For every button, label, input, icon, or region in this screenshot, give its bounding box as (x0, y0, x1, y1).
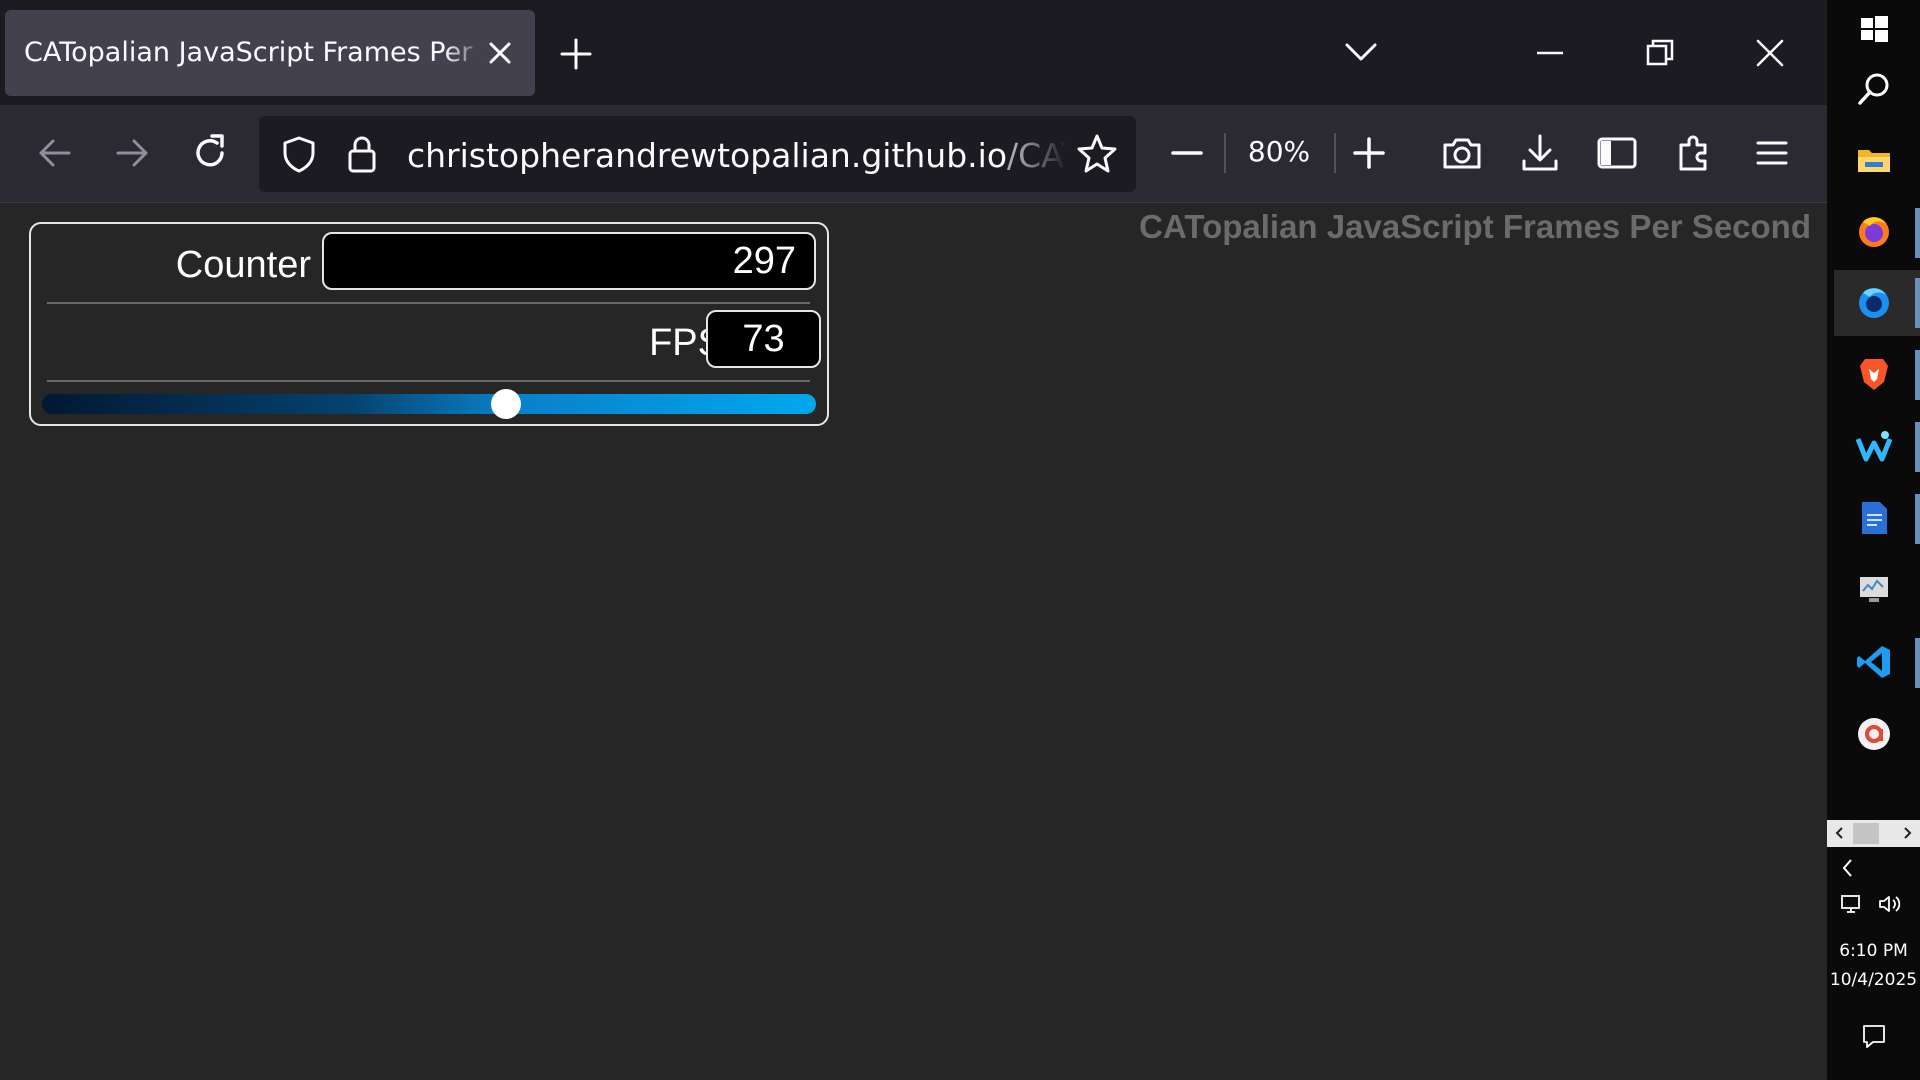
system-monitor-icon[interactable] (1855, 571, 1893, 609)
scroll-left-icon[interactable] (1833, 826, 1847, 840)
fps-panel: Counter 297 FPS 73 (29, 222, 829, 426)
reload-icon[interactable] (188, 131, 232, 175)
counter-label: Counter (175, 244, 311, 286)
url-path: /CATopalian (1007, 136, 1067, 175)
running-indicator (1915, 638, 1920, 688)
network-icon[interactable] (1839, 893, 1865, 915)
running-indicator (1915, 422, 1920, 472)
page-title: CATopalian JavaScript Frames Per Second (1139, 208, 1811, 245)
brave-icon[interactable] (1855, 355, 1893, 393)
volume-icon[interactable] (1877, 893, 1903, 915)
hamburger-menu-icon[interactable] (1750, 131, 1794, 175)
screenshot-camera-icon[interactable] (1440, 131, 1484, 175)
zoom-separator (1334, 133, 1336, 173)
tab-active[interactable]: CATopalian JavaScript Frames Per Second (5, 10, 535, 96)
speed-slider-thumb[interactable] (491, 389, 522, 419)
action-center-icon[interactable] (1861, 1023, 1887, 1049)
scroll-thumb[interactable] (1853, 823, 1879, 844)
running-indicator (1915, 208, 1920, 258)
sidebar-icon[interactable] (1595, 131, 1639, 175)
row-divider (47, 302, 810, 304)
lock-icon[interactable] (345, 134, 379, 174)
zoom-out-icon[interactable] (1165, 131, 1209, 175)
tab-title: CATopalian JavaScript Frames Per Second (24, 37, 484, 68)
clock-time[interactable]: 6:10 PM (1827, 941, 1920, 961)
counter-value: 297 (322, 232, 816, 290)
window-close-icon[interactable] (1753, 36, 1787, 70)
extensions-puzzle-icon[interactable] (1673, 131, 1717, 175)
list-all-tabs-icon[interactable] (1343, 38, 1379, 66)
bookmark-star-icon[interactable] (1075, 132, 1119, 176)
zoom-separator (1224, 133, 1226, 173)
fps-label: FPS (649, 322, 723, 364)
zoom-in-icon[interactable] (1347, 131, 1391, 175)
file-explorer-icon[interactable] (1855, 140, 1893, 178)
new-tab-icon[interactable] (558, 36, 594, 72)
tab-close-icon[interactable] (483, 36, 517, 70)
address-bar[interactable]: christopherandrewtopalian.github.io/CATo… (259, 116, 1136, 192)
restore-icon[interactable] (1643, 36, 1677, 70)
show-hidden-icons-icon[interactable] (1839, 857, 1857, 879)
url-host: christopherandrewtopalian.github.io (407, 136, 1008, 175)
firefox-icon[interactable] (1855, 212, 1893, 250)
document-editor-icon[interactable] (1855, 499, 1893, 537)
windows-start-icon[interactable] (1855, 10, 1893, 48)
scroll-right-icon[interactable] (1900, 826, 1914, 840)
waterfox-icon[interactable] (1855, 427, 1893, 465)
fps-value: 73 (706, 310, 821, 368)
speed-slider-track[interactable] (42, 394, 816, 414)
shield-icon[interactable] (279, 134, 319, 174)
browser-window: CATopalian JavaScript Frames Per Second (0, 0, 1827, 1080)
clock-date[interactable]: 10/4/2025 (1827, 970, 1920, 990)
app-red-icon[interactable] (1855, 715, 1893, 753)
windows-taskbar: 6:10 PM 10/4/2025 (1827, 0, 1920, 1080)
zoom-level[interactable]: 80% (1237, 135, 1321, 168)
url-text[interactable]: christopherandrewtopalian.github.io/CATo… (407, 136, 1067, 175)
tray-scrollbar[interactable] (1827, 820, 1920, 847)
running-indicator (1915, 494, 1920, 544)
minimize-icon[interactable] (1533, 36, 1567, 70)
downloads-icon[interactable] (1518, 131, 1562, 175)
firefox-developer-icon[interactable] (1855, 283, 1893, 321)
search-icon[interactable] (1855, 70, 1893, 108)
vscode-icon[interactable] (1855, 643, 1893, 681)
running-indicator (1915, 350, 1920, 400)
back-icon[interactable] (33, 131, 77, 175)
row-divider (47, 380, 810, 382)
running-indicator (1915, 278, 1920, 328)
navigation-toolbar: christopherandrewtopalian.github.io/CATo… (0, 105, 1827, 203)
forward-icon[interactable] (110, 131, 154, 175)
page-content: CATopalian JavaScript Frames Per Second … (0, 204, 1827, 1080)
tab-strip: CATopalian JavaScript Frames Per Second (0, 0, 1827, 105)
